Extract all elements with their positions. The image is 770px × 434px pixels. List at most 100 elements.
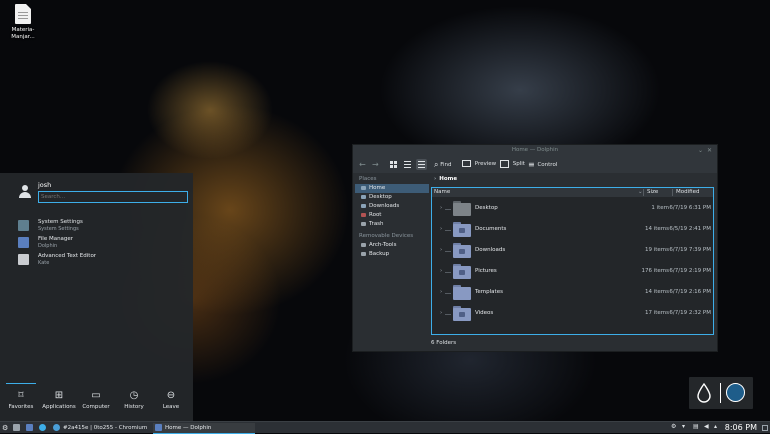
browser-icon xyxy=(39,424,46,431)
trash-icon xyxy=(361,221,366,226)
removable-item-arch-tools[interactable]: Arch-Tools xyxy=(355,241,429,250)
chevron-right-icon: › xyxy=(434,176,437,182)
downloads-icon xyxy=(361,203,366,208)
clipboard-icon[interactable]: ▤ xyxy=(693,423,700,430)
templates-folder-icon xyxy=(453,285,471,300)
settings-tray-icon[interactable]: ⚙ xyxy=(671,423,678,430)
places-item-downloads[interactable]: Downloads xyxy=(355,202,429,211)
tab-history[interactable]: ◷ History xyxy=(115,383,153,421)
removable-section-header: Removable Devices xyxy=(359,233,414,239)
dolphin-icon xyxy=(155,424,162,431)
drive-icon xyxy=(361,251,366,256)
clock[interactable]: 8:06 PM xyxy=(725,422,757,434)
drive-icon xyxy=(361,242,366,247)
bookmark-icon: ⌑ xyxy=(18,390,24,401)
documents-folder-icon xyxy=(453,222,471,237)
expand-tray-icon[interactable]: ▴ xyxy=(714,423,721,430)
computer-icon: ▭ xyxy=(91,390,101,401)
search-input[interactable] xyxy=(38,191,188,203)
find-button[interactable]: ⌕ Find xyxy=(434,159,452,170)
app-launcher-icon[interactable]: ⚙ xyxy=(2,423,8,433)
toolbar: ← → ⌕ Find Preview Split ≡ Control xyxy=(353,156,717,173)
control-button[interactable]: ≡ Control xyxy=(528,159,557,170)
taskbar: ⚙ #2a415e | 0to255 - Chromium Home — Dol… xyxy=(0,421,770,434)
file-manager-icon xyxy=(13,424,20,431)
table-row[interactable]: › Downloads 19 items 6/7/19 7:39 PM xyxy=(432,241,713,261)
expand-arrow-icon[interactable]: › xyxy=(440,205,442,211)
table-row[interactable]: › Templates 14 items 6/7/19 2:16 PM xyxy=(432,283,713,303)
root-folder-icon xyxy=(361,212,366,217)
volume-icon[interactable]: ◀ xyxy=(704,423,711,430)
desktop-folder-icon xyxy=(453,201,471,216)
back-arrow-icon[interactable]: ← xyxy=(359,159,366,170)
document-icon xyxy=(15,4,31,24)
table-row[interactable]: › Documents 14 items 6/5/19 2:41 PM xyxy=(432,220,713,240)
compact-view-button[interactable] xyxy=(402,159,413,170)
username: josh xyxy=(38,181,52,189)
expand-arrow-icon[interactable]: › xyxy=(440,247,442,253)
split-view-icon xyxy=(500,159,509,168)
tab-computer[interactable]: ▭ Computer xyxy=(77,383,115,421)
column-name[interactable]: Name xyxy=(434,188,450,197)
status-bar: 6 Folders xyxy=(431,340,457,346)
downloads-folder-icon xyxy=(453,243,471,258)
places-item-home[interactable]: Home xyxy=(355,184,429,193)
desktop-file-icon[interactable]: Materia-Manjar... xyxy=(6,4,40,41)
places-item-trash[interactable]: Trash xyxy=(355,220,429,229)
column-modified[interactable]: Modified xyxy=(676,188,699,197)
removable-item-backup[interactable]: Backup xyxy=(355,250,429,259)
expand-arrow-icon[interactable]: › xyxy=(440,289,442,295)
details-view-button[interactable] xyxy=(416,159,427,170)
sort-chevron-down-icon[interactable]: ⌄ xyxy=(638,188,643,197)
applications-grid-icon: ⊞ xyxy=(54,390,64,401)
text-editor-icon xyxy=(18,254,29,265)
close-icon[interactable]: ✕ xyxy=(707,145,712,156)
preview-icon xyxy=(462,160,471,167)
quicklaunch-dolphin[interactable] xyxy=(26,423,36,433)
user-avatar-icon[interactable] xyxy=(19,185,31,199)
expand-arrow-icon[interactable]: › xyxy=(440,310,442,316)
show-desktop-icon[interactable] xyxy=(762,425,768,431)
network-icon[interactable]: ▾ xyxy=(682,423,689,430)
window-title: Home — Dolphin xyxy=(511,147,559,153)
column-header: Name ⌄ Size Modified xyxy=(432,188,713,197)
dolphin-icon xyxy=(26,424,33,431)
table-row[interactable]: › Videos 17 items 6/7/19 2:32 PM xyxy=(432,304,713,324)
icons-view-icon xyxy=(390,161,397,168)
tab-favorites[interactable]: ⌑ Favorites xyxy=(2,383,40,421)
split-button[interactable]: Split xyxy=(500,159,525,170)
expand-arrow-icon[interactable]: › xyxy=(440,268,442,274)
places-section-header: Places xyxy=(359,176,377,182)
tab-leave[interactable]: ⊖ Leave xyxy=(152,383,190,421)
hamburger-menu-icon: ≡ xyxy=(528,160,535,169)
column-size[interactable]: Size xyxy=(647,188,658,197)
places-item-root[interactable]: Root xyxy=(355,211,429,220)
quicklaunch-browser[interactable] xyxy=(39,423,49,433)
quicklaunch-files[interactable] xyxy=(13,423,23,433)
file-list-view[interactable]: Name ⌄ Size Modified › Desktop 1 item 6/… xyxy=(431,187,714,335)
logo-divider xyxy=(720,383,721,403)
forward-arrow-icon[interactable]: → xyxy=(372,159,379,170)
videos-folder-icon xyxy=(453,306,471,321)
logo-widget xyxy=(689,377,753,409)
table-row[interactable]: › Desktop 1 item 6/7/19 6:31 PM xyxy=(432,199,713,219)
expand-arrow-icon[interactable]: › xyxy=(440,226,442,232)
water-drop-icon xyxy=(697,383,711,403)
tab-applications[interactable]: ⊞ Applications xyxy=(40,383,78,421)
icons-view-button[interactable] xyxy=(388,159,399,170)
search-icon: ⌕ xyxy=(434,160,439,169)
task-dolphin[interactable]: Home — Dolphin xyxy=(153,423,255,434)
window-titlebar[interactable]: Home — Dolphin ⌄ ✕ xyxy=(353,145,717,156)
desktop-file-label: Materia-Manjar... xyxy=(11,27,35,40)
preview-button[interactable]: Preview xyxy=(462,159,496,170)
dolphin-window[interactable]: Home — Dolphin ⌄ ✕ ← → ⌕ Find Preview Sp… xyxy=(352,144,718,352)
breadcrumb[interactable]: › Home xyxy=(431,175,457,184)
compact-view-icon xyxy=(404,161,411,168)
places-panel: Places Home Desktop Downloads Root Trash… xyxy=(355,175,429,351)
minimize-icon[interactable]: ⌄ xyxy=(698,145,703,156)
file-manager-icon xyxy=(18,237,29,248)
table-row[interactable]: › Pictures 176 items 6/7/19 2:19 PM xyxy=(432,262,713,282)
task-chromium[interactable]: #2a415e | 0to255 - Chromium xyxy=(53,423,151,433)
desktop-icon xyxy=(361,194,366,199)
places-item-desktop[interactable]: Desktop xyxy=(355,193,429,202)
